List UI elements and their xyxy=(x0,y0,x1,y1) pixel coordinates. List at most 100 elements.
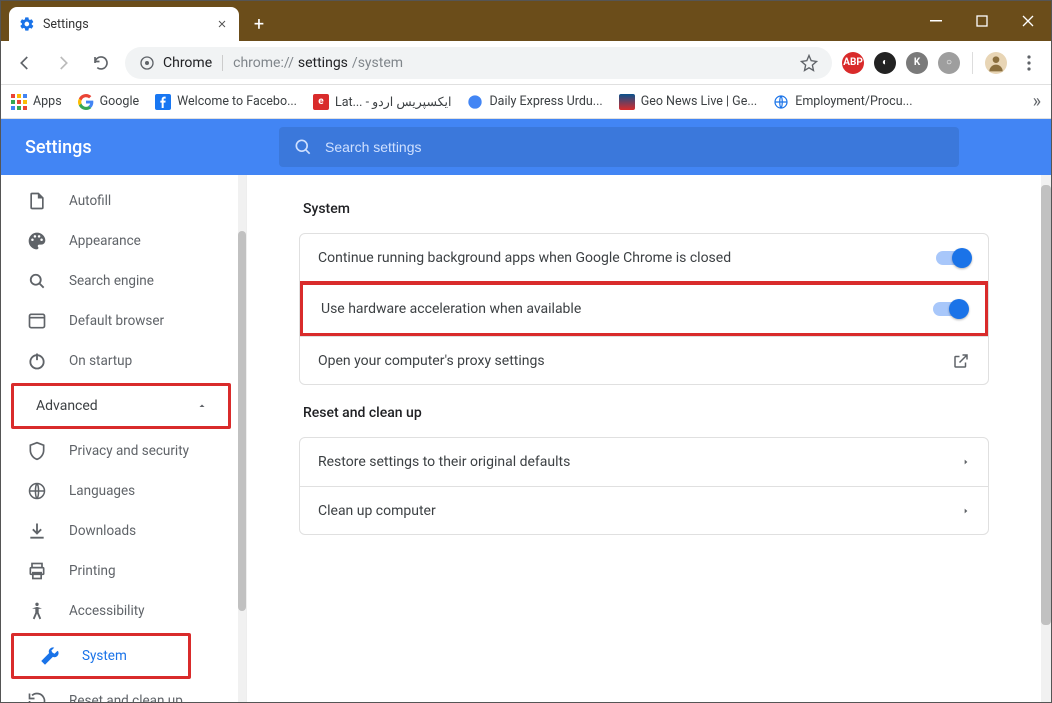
express-icon: e xyxy=(313,94,329,110)
bookmark-label: Employment/Procu... xyxy=(795,94,912,109)
main-scrollbar[interactable] xyxy=(1041,175,1051,702)
profile-avatar[interactable] xyxy=(985,52,1007,74)
row-label: Open your computer's proxy settings xyxy=(318,353,952,369)
sidebar-item-label: Languages xyxy=(69,483,135,499)
sidebar-item-languages[interactable]: Languages xyxy=(1,471,239,511)
sidebar-item-reset[interactable]: Reset and clean up xyxy=(1,681,239,702)
search-settings[interactable] xyxy=(279,127,959,167)
facebook-icon xyxy=(155,94,171,110)
bookmark-label: Google xyxy=(100,94,139,109)
download-icon xyxy=(27,521,47,541)
apps-label: Apps xyxy=(33,94,62,109)
row-restore-defaults[interactable]: Restore settings to their original defau… xyxy=(300,438,988,486)
search-icon xyxy=(293,137,313,157)
bookmark-express[interactable]: e Lat... - ایکسپریس اردو xyxy=(313,94,451,110)
sidebar-item-label: Printing xyxy=(69,563,116,579)
close-window-button[interactable] xyxy=(1005,1,1051,41)
palette-icon xyxy=(27,231,47,251)
wrench-icon xyxy=(40,646,60,666)
sidebar-item-label: On startup xyxy=(69,353,132,369)
sidebar-item-printing[interactable]: Printing xyxy=(1,551,239,591)
row-label: Clean up computer xyxy=(318,503,962,519)
sidebar-item-label: Autofill xyxy=(69,193,111,209)
sidebar-item-label: System xyxy=(82,648,127,664)
autofill-icon xyxy=(27,191,47,211)
system-card: Continue running background apps when Go… xyxy=(299,233,989,385)
power-icon xyxy=(27,351,47,371)
row-proxy-settings[interactable]: Open your computer's proxy settings xyxy=(300,336,988,384)
row-label: Continue running background apps when Go… xyxy=(318,250,936,266)
sidebar-item-label: Search engine xyxy=(69,273,154,289)
row-hardware-acceleration: Use hardware acceleration when available xyxy=(303,285,985,333)
external-link-icon xyxy=(952,352,970,370)
sidebar-item-search-engine[interactable]: Search engine xyxy=(1,261,239,301)
bookmark-daily-express[interactable]: Daily Express Urdu... xyxy=(467,94,602,110)
sidebar-item-label: Privacy and security xyxy=(69,443,189,459)
settings-sidebar: Autofill Appearance Search engine Defaul… xyxy=(1,175,239,702)
gear-icon xyxy=(19,16,35,32)
accessibility-icon xyxy=(27,601,47,621)
bookmark-label: Lat... - ایکسپریس اردو xyxy=(335,94,451,110)
extension-icon-2[interactable]: ◐ xyxy=(874,52,896,74)
close-tab-icon[interactable] xyxy=(215,17,229,31)
bookmarks-overflow-icon[interactable]: » xyxy=(1033,91,1041,112)
url-label: Chrome xyxy=(163,55,212,71)
sidebar-item-label: Reset and clean up xyxy=(69,693,183,702)
globe-icon xyxy=(773,94,789,110)
chevron-right-icon xyxy=(962,505,970,517)
bookmark-google[interactable]: Google xyxy=(78,94,139,110)
page-title: Settings xyxy=(25,137,255,158)
row-label: Restore settings to their original defau… xyxy=(318,454,962,470)
sidebar-section-advanced[interactable]: Advanced xyxy=(14,386,228,426)
sidebar-item-accessibility[interactable]: Accessibility xyxy=(1,591,239,631)
maximize-button[interactable] xyxy=(959,1,1005,41)
extension-abp-icon[interactable]: ABP xyxy=(842,52,864,74)
extension-icon-4[interactable]: ○ xyxy=(938,52,960,74)
sidebar-scrollbar[interactable] xyxy=(238,175,246,702)
printer-icon xyxy=(27,561,47,581)
minimize-button[interactable] xyxy=(913,1,959,41)
bookmark-label: Geo News Live | Ge... xyxy=(641,94,758,109)
search-icon xyxy=(27,271,47,291)
address-bar[interactable]: Chrome chrome://settings/system xyxy=(125,47,832,79)
sidebar-item-autofill[interactable]: Autofill xyxy=(1,181,239,221)
apps-button[interactable]: Apps xyxy=(11,94,62,110)
browser-icon xyxy=(27,311,47,331)
forward-button[interactable] xyxy=(49,49,77,77)
google-icon xyxy=(78,94,94,110)
geo-icon xyxy=(619,94,635,110)
row-cleanup-computer[interactable]: Clean up computer xyxy=(300,486,988,534)
extension-icon-3[interactable]: K xyxy=(906,52,928,74)
sidebar-item-downloads[interactable]: Downloads xyxy=(1,511,239,551)
sidebar-item-system[interactable]: System xyxy=(14,636,188,676)
reset-card: Restore settings to their original defau… xyxy=(299,437,989,535)
browser-menu-button[interactable] xyxy=(1017,55,1041,71)
back-button[interactable] xyxy=(11,49,39,77)
globe-icon xyxy=(27,481,47,501)
bookmark-label: Daily Express Urdu... xyxy=(489,94,602,109)
bookmark-employment[interactable]: Employment/Procu... xyxy=(773,94,912,110)
url-prefix: chrome:// xyxy=(233,55,294,71)
sidebar-item-appearance[interactable]: Appearance xyxy=(1,221,239,261)
toggle-hardware-acceleration[interactable] xyxy=(933,302,967,316)
toggle-background-apps[interactable] xyxy=(936,251,970,265)
section-title-system: System xyxy=(303,201,989,217)
advanced-label: Advanced xyxy=(36,398,98,414)
reload-button[interactable] xyxy=(87,49,115,77)
url-mid: settings xyxy=(298,55,348,71)
sidebar-item-default-browser[interactable]: Default browser xyxy=(1,301,239,341)
browser-tab[interactable]: Settings xyxy=(9,7,239,41)
bookmark-facebook[interactable]: Welcome to Facebo... xyxy=(155,94,297,110)
new-tab-button[interactable]: + xyxy=(245,10,273,38)
row-background-apps: Continue running background apps when Go… xyxy=(300,234,988,282)
bookmark-label: Welcome to Facebo... xyxy=(177,94,297,109)
sidebar-item-privacy[interactable]: Privacy and security xyxy=(1,431,239,471)
bookmark-star-icon[interactable] xyxy=(800,54,818,72)
search-input[interactable] xyxy=(325,139,945,155)
bookmark-geo[interactable]: Geo News Live | Ge... xyxy=(619,94,758,110)
row-label: Use hardware acceleration when available xyxy=(321,301,933,317)
site-icon xyxy=(139,55,155,71)
sidebar-item-on-startup[interactable]: On startup xyxy=(1,341,239,381)
shield-icon xyxy=(27,441,47,461)
settings-header: Settings xyxy=(1,119,1051,175)
